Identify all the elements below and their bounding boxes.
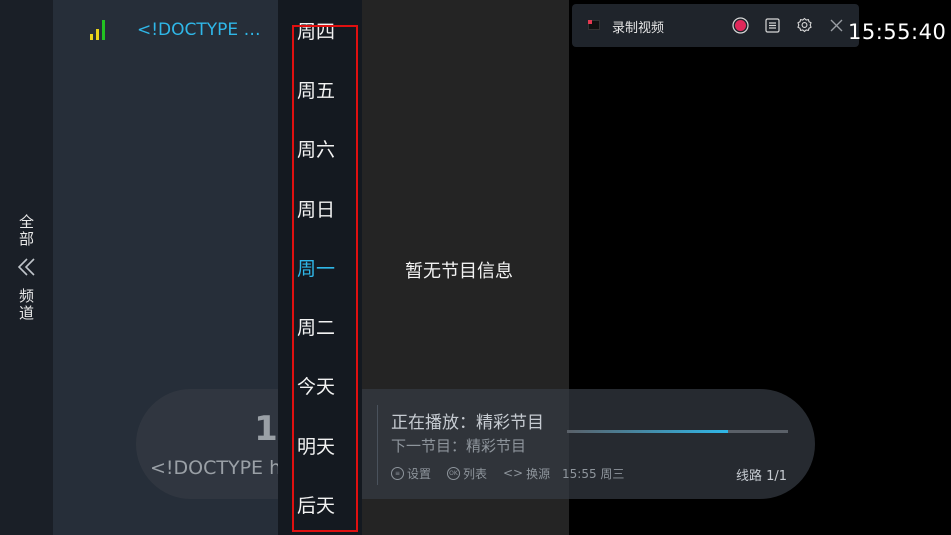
day-item[interactable]: 周四 xyxy=(297,21,335,43)
no-program-message: 暂无节目信息 xyxy=(405,261,513,282)
day-item[interactable]: 周六 xyxy=(297,139,335,161)
camera-icon xyxy=(588,20,600,30)
gear-icon[interactable] xyxy=(796,17,813,34)
program-progress-bar xyxy=(567,430,788,433)
progress-fill xyxy=(567,430,729,433)
ok-icon: OK xyxy=(447,467,460,480)
list-hint-label: 列表 xyxy=(463,467,488,481)
close-icon[interactable] xyxy=(828,17,845,34)
all-label: 全 部 xyxy=(18,213,34,248)
channel-list-item[interactable]: <!DOCTYPE html><html> xyxy=(137,20,267,40)
divider xyxy=(377,405,378,485)
double-chevron-left-icon xyxy=(17,258,35,276)
menu-icon: ≡ xyxy=(391,467,404,480)
day-item[interactable]: 周日 xyxy=(297,199,335,221)
day-item[interactable]: 后天 xyxy=(297,495,335,517)
day-item[interactable]: 周二 xyxy=(297,317,335,339)
list-icon[interactable] xyxy=(764,17,781,34)
clock: 15:55:40 xyxy=(848,20,947,44)
channel-number: 1 xyxy=(254,409,278,449)
now-playing-text: 正在播放：精彩节目 xyxy=(391,413,544,433)
category-rail[interactable]: 全 部 频 道 xyxy=(0,0,53,535)
info-time: 15:55 周三 xyxy=(562,467,625,481)
list-hint[interactable]: OK 列表 xyxy=(447,465,487,482)
record-button-icon[interactable] xyxy=(732,17,749,34)
route-indicator: 线路 1/1 xyxy=(736,469,788,484)
switch-source-hint-label: 换源 xyxy=(526,467,551,481)
left-right-arrows-icon: <> xyxy=(503,466,524,480)
settings-hint-label: 设置 xyxy=(407,467,432,481)
day-item[interactable]: 明天 xyxy=(297,436,335,458)
settings-hint[interactable]: ≡ 设置 xyxy=(391,465,431,482)
day-item-selected[interactable]: 周一 xyxy=(297,258,335,280)
day-item[interactable]: 今天 xyxy=(297,376,335,398)
signal-strength-icon xyxy=(90,20,105,40)
switch-source-hint[interactable]: <> 换源 xyxy=(503,465,550,482)
channels-label: 频 道 xyxy=(18,287,34,322)
day-list: 周四 周五 周六 周日 周一 周二 今天 明天 后天 xyxy=(278,0,362,535)
next-program-text: 下一节目：精彩节目 xyxy=(391,437,527,455)
channel-info-bar: 1 <!DOCTYPE html><html> 正在播放：精彩节目 下一节目：精… xyxy=(136,389,815,499)
tv-player-screen: 全 部 频 道 <!DOCTYPE html><html> 暂无节目信息 1 <… xyxy=(0,0,951,535)
record-video-toolbar: 录制视频 xyxy=(572,4,859,47)
day-item[interactable]: 周五 xyxy=(297,80,335,102)
record-video-label: 录制视频 xyxy=(612,21,665,36)
